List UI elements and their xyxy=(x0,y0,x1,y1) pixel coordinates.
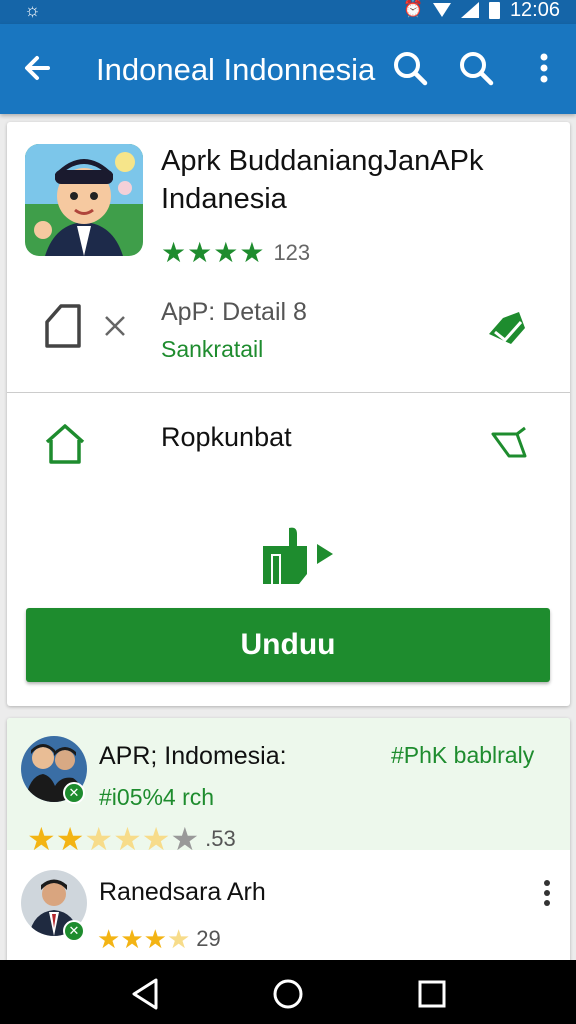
install-hand-icon xyxy=(259,524,335,586)
reviews-card: ✕ APR; Indomesia: #PhK bablraly #i05%4 r… xyxy=(7,718,570,968)
signal-icon xyxy=(460,2,479,18)
star-icon: ★ xyxy=(239,237,265,268)
brightness-icon: ☼ xyxy=(24,0,41,20)
detail-row[interactable]: ApP: Detail 8 Sankratail xyxy=(7,290,570,370)
rating-count: 123 xyxy=(273,240,311,265)
status-time: 12:06 xyxy=(509,0,560,21)
close-icon[interactable] xyxy=(103,314,127,338)
more-vert-icon[interactable] xyxy=(522,46,566,90)
home-icon xyxy=(43,422,87,466)
review-item[interactable]: ✕ APR; Indomesia: #PhK bablraly #i05%4 r… xyxy=(7,718,570,856)
reviewer-name: APR; Indomesia: xyxy=(99,742,287,770)
recommendation-row[interactable]: Ropkunbat xyxy=(7,414,570,478)
status-bar: ☼ ⏰ 12:06 xyxy=(0,0,576,24)
more-vert-icon[interactable] xyxy=(533,874,561,914)
star-icon: ★ xyxy=(213,237,239,268)
verified-badge-icon: ✕ xyxy=(63,782,85,804)
home-circle-icon[interactable] xyxy=(266,972,310,1016)
star-icon: ★ xyxy=(97,924,121,954)
detail-sublabel: Sankratail xyxy=(161,336,264,362)
star-icon: ★ xyxy=(161,237,187,268)
app-bar: Indoneal Indonnesia xyxy=(0,24,576,114)
search-icon[interactable] xyxy=(454,46,498,90)
star-icon: ★ xyxy=(143,924,167,954)
reviewer-name: Ranedsara Arh xyxy=(99,878,266,906)
star-icon: ★ xyxy=(187,237,213,268)
recents-square-icon[interactable] xyxy=(410,972,454,1016)
back-triangle-icon[interactable] xyxy=(124,972,168,1016)
battery-icon xyxy=(488,1,500,19)
app-card: Aprk BuddaniangJanAPk Indanesia ★ ★ ★ ★ … xyxy=(7,122,570,706)
review-tag[interactable]: #PhK bablraly xyxy=(391,742,534,769)
verified-badge-icon: ✕ xyxy=(63,920,85,942)
app-icon[interactable] xyxy=(25,144,143,256)
app-rating: ★ ★ ★ ★ 123 xyxy=(161,238,310,268)
review-subtitle: #i05%4 rch xyxy=(99,784,215,810)
alarm-icon: ⏰ xyxy=(403,1,423,18)
wifi-icon xyxy=(432,3,451,17)
app-name: Aprk BuddaniangJanAPk Indanesia xyxy=(161,145,484,215)
review-rating: ★ ★ ★ ★ 29 xyxy=(97,922,221,956)
page-title: Indoneal Indonnesia xyxy=(96,52,376,87)
share-icon[interactable] xyxy=(491,426,531,462)
download-button[interactable]: Unduu xyxy=(26,608,550,682)
section-label: Ropkunbat xyxy=(161,422,292,452)
search-icon[interactable] xyxy=(388,46,432,90)
rating-count: .53 xyxy=(205,826,236,851)
star-icon: ★ xyxy=(120,924,144,954)
review-item[interactable]: ✕ Ranedsara Arh ★ ★ ★ ★ 29 xyxy=(7,850,570,968)
back-arrow-icon[interactable] xyxy=(16,46,60,90)
file-icon xyxy=(43,302,83,350)
verified-check-icon xyxy=(485,308,529,348)
navigation-bar xyxy=(0,960,576,1024)
star-icon: ★ xyxy=(166,924,191,954)
detail-label: ApP: Detail 8 xyxy=(161,298,307,326)
rating-count: 29 xyxy=(196,926,221,951)
divider xyxy=(7,392,570,393)
